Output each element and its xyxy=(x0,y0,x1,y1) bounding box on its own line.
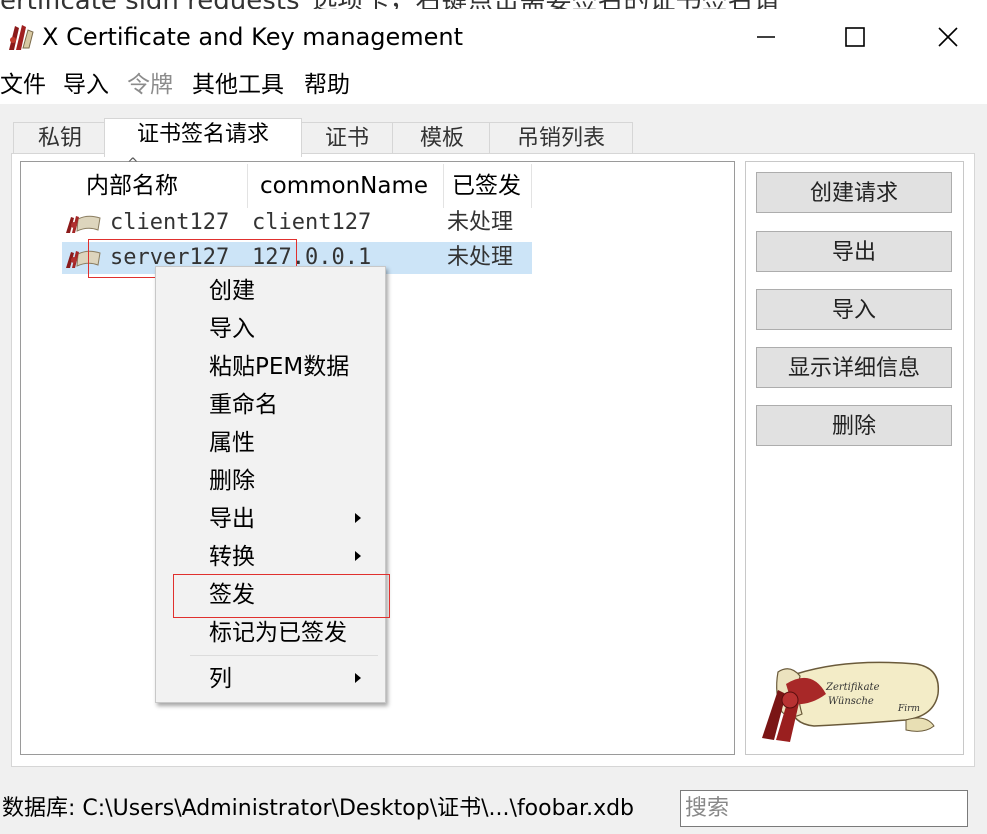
menu-separator xyxy=(190,655,378,656)
column-divider xyxy=(443,164,444,208)
context-menu-item-transform[interactable]: 转换 xyxy=(156,538,385,576)
column-divider xyxy=(247,164,248,208)
logo-text: Zertifikate xyxy=(825,682,880,693)
cell-signed-status: 未处理 xyxy=(447,210,514,235)
tab-private-keys[interactable]: 私钥 xyxy=(13,122,107,155)
context-menu-item-paste-pem[interactable]: 粘贴PEM数据 xyxy=(156,348,385,386)
maximize-icon xyxy=(845,27,865,47)
menu-item-label: 重命名 xyxy=(209,392,278,418)
window-title: X Certificate and Key management xyxy=(42,23,464,51)
close-icon xyxy=(938,27,958,47)
menu-item-label: 导入 xyxy=(209,316,255,342)
context-menu-item-delete[interactable]: 删除 xyxy=(156,462,385,500)
context-menu-item-import[interactable]: 导入 xyxy=(156,310,385,348)
minimize-icon xyxy=(757,36,775,38)
annotation-highlight-sign xyxy=(173,574,390,618)
tab-revocation-lists[interactable]: 吊销列表 xyxy=(489,122,633,155)
import-button[interactable]: 导入 xyxy=(756,289,952,330)
column-header-common-name[interactable]: commonName xyxy=(260,164,428,208)
column-header-internal-name[interactable]: 内部名称 xyxy=(86,164,178,208)
maximize-button[interactable] xyxy=(831,18,879,56)
minimize-button[interactable] xyxy=(742,18,790,56)
context-menu-item-rename[interactable]: 重命名 xyxy=(156,386,385,424)
database-path: 数据库: C:\Users\Administrator\Desktop\证书\.… xyxy=(2,796,635,821)
context-menu: 创建 导入 粘贴PEM数据 重命名 属性 删除 导出 转换 签发 标记为已签发 … xyxy=(155,266,386,703)
menu-import[interactable]: 导入 xyxy=(63,70,109,100)
tab-templates[interactable]: 模板 xyxy=(392,122,492,155)
logo-text: Wünsche xyxy=(828,696,874,707)
menu-item-label: 标记为已签发 xyxy=(209,620,347,646)
tab-certificates[interactable]: 证书 xyxy=(299,122,395,155)
cell-signed-status: 未处理 xyxy=(447,245,514,270)
context-menu-item-columns[interactable]: 列 xyxy=(156,660,385,698)
menu-item-label: 创建 xyxy=(209,278,255,304)
context-menu-item-export[interactable]: 导出 xyxy=(156,500,385,538)
search-input[interactable] xyxy=(680,790,968,827)
delete-button[interactable]: 删除 xyxy=(756,405,952,446)
context-menu-item-create[interactable]: 创建 xyxy=(156,272,385,310)
menu-item-label: 属性 xyxy=(209,430,255,456)
app-icon xyxy=(6,22,36,52)
tab-signing-requests[interactable]: 证书签名请求 xyxy=(104,118,302,157)
request-icon xyxy=(66,215,101,233)
menu-file[interactable]: 文件 xyxy=(0,70,46,100)
menu-item-label: 粘贴PEM数据 xyxy=(209,354,350,380)
menu-item-label: 删除 xyxy=(209,468,255,494)
submenu-arrow-icon xyxy=(355,551,361,561)
close-button[interactable] xyxy=(924,18,972,56)
column-header-signed[interactable]: 已签发 xyxy=(452,164,521,208)
context-menu-item-properties[interactable]: 属性 xyxy=(156,424,385,462)
submenu-arrow-icon xyxy=(355,513,361,523)
xca-logo: Zertifikate Wünsche Firm xyxy=(762,661,940,742)
cell-common-name: client127 xyxy=(252,210,372,235)
export-button[interactable]: 导出 xyxy=(756,231,952,272)
menu-help[interactable]: 帮助 xyxy=(304,70,350,100)
context-menu-item-mark-signed[interactable]: 标记为已签发 xyxy=(156,614,385,652)
menu-bar: 文件 导入 令牌 其他工具 帮助 xyxy=(0,66,987,104)
table-row[interactable]: client127 client127 未处理 xyxy=(62,207,532,239)
menu-item-label: 列 xyxy=(209,666,232,692)
cell-internal-name: client127 xyxy=(110,210,230,235)
background-window-text: ertificate sign requests"选项卡，右键点击需要签名的证书… xyxy=(0,0,780,9)
background-window-strip: ertificate sign requests"选项卡，右键点击需要签名的证书… xyxy=(0,0,987,9)
menu-token[interactable]: 令牌 xyxy=(127,70,173,100)
column-divider xyxy=(531,164,532,208)
show-details-button[interactable]: 显示详细信息 xyxy=(756,347,952,388)
menu-other-tools[interactable]: 其他工具 xyxy=(192,70,284,100)
submenu-arrow-icon xyxy=(355,673,361,683)
new-request-button[interactable]: 创建请求 xyxy=(756,172,952,213)
logo-text: Firm xyxy=(897,704,920,714)
menu-item-label: 转换 xyxy=(209,544,255,570)
menu-item-label: 导出 xyxy=(209,506,255,532)
